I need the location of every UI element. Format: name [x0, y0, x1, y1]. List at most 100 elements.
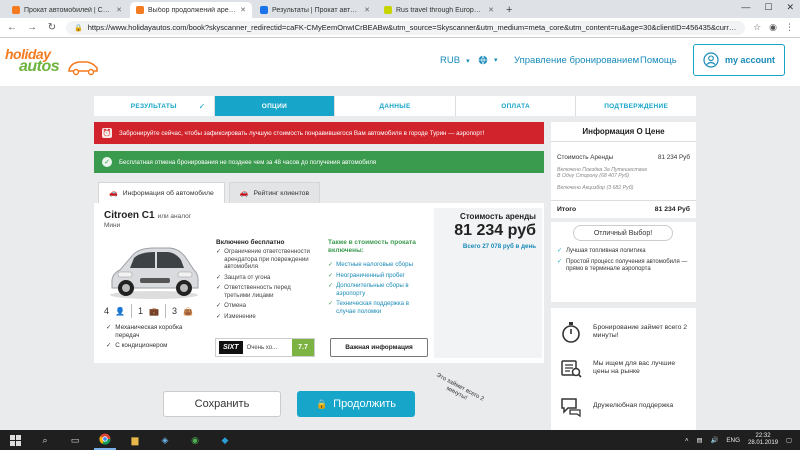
browser-tab-3[interactable]: Результаты | Прокат автомоби... ✕	[254, 2, 376, 18]
car-icon: 🚗	[109, 190, 118, 197]
globe-icon	[478, 55, 488, 65]
check-icon: ✓	[557, 248, 563, 254]
address-bar[interactable]: 🔒 https://www.holidayautos.com/book?skys…	[66, 20, 746, 35]
list-item: ✓ Простой процесс получения автомобиля — …	[557, 258, 688, 273]
app-icon[interactable]: ◆	[214, 430, 236, 450]
task-view-icon[interactable]: ▭	[64, 430, 86, 450]
tax-note: Включено Акцизбор (3 682 Руб)	[557, 185, 634, 191]
app-icon[interactable]: ◉	[184, 430, 206, 450]
browser-tab-1[interactable]: Прокат автомобилей | Сравне... ✕	[6, 2, 128, 18]
benefit-item: Дружелюбная поддержка	[559, 394, 690, 418]
reload-icon[interactable]: ↻	[46, 22, 58, 33]
check-icon: ✓	[328, 282, 334, 289]
benefit-item: Бронирование займет всего 2 минуты!	[559, 320, 690, 344]
currency-selector[interactable]: RUB ▾	[440, 55, 470, 66]
total-row: Итого 81 234 Руб	[551, 200, 696, 218]
chrome-icon[interactable]	[94, 430, 116, 450]
save-button[interactable]: Сохранить	[163, 391, 281, 417]
app-icon[interactable]: ◈	[154, 430, 176, 450]
check-icon: ✓	[216, 302, 222, 309]
car-icon: 🚗	[239, 190, 249, 197]
price-box: Стоимость аренды 81 234 руб Всего 27 078…	[434, 208, 542, 358]
browser-tab-2[interactable]: Выбор продолжений аренды в... ✕	[130, 2, 252, 18]
list-item: ✓ Дополнительные сборы в аэропорту	[328, 282, 409, 297]
car-name: Citroen C1 или аналог	[104, 210, 192, 221]
rating-score: 7.7	[292, 339, 314, 356]
step-options: ОПЦИИ	[214, 96, 336, 116]
language-indicator[interactable]: ENG	[726, 437, 740, 444]
extension-icon[interactable]: ◉	[769, 22, 777, 33]
tab-reviews[interactable]: 🚗 Рейтинг клиентов	[228, 182, 321, 203]
booking-steps: РЕЗУЛЬТАТЫ ✓ ОПЦИИ ДАННЫЕ ОПЛАТА ПОДТВЕР…	[94, 96, 696, 116]
chevron-down-icon: ▾	[494, 57, 498, 64]
price-info-panel: Информация О Цене Стоимость Аренды 81 23…	[551, 122, 696, 218]
minimize-icon[interactable]: —	[741, 2, 750, 13]
windows-start-icon[interactable]	[4, 430, 26, 450]
continue-button[interactable]: 🔒 Продолжить	[297, 391, 415, 417]
close-icon[interactable]: ✕	[116, 6, 122, 14]
stopwatch-icon	[562, 322, 580, 343]
maximize-icon[interactable]: ☐	[764, 2, 772, 13]
favicon-icon	[260, 6, 268, 14]
new-tab-button[interactable]: +	[506, 2, 512, 18]
list-item: ✓ Ограничение ответственности арендатора …	[216, 248, 310, 270]
my-account-button[interactable]: my account	[693, 44, 785, 76]
holidayautos-logo[interactable]: holiday autos	[5, 46, 105, 78]
tray-arrow-icon[interactable]: ˄	[685, 437, 689, 444]
file-explorer-icon[interactable]: ▆	[124, 430, 146, 450]
chevron-down-icon: ▾	[466, 57, 470, 65]
benefit-item: Мы ищем для вас лучшие цены на рынке	[559, 356, 690, 380]
close-icon[interactable]: ✕	[240, 6, 246, 14]
alarm-clock-icon: ⏰	[102, 128, 112, 138]
tab-car-info[interactable]: 🚗 Информация об автомобиле	[98, 182, 225, 203]
seats-count: 4	[104, 306, 110, 316]
clock[interactable]: 22:32 28.01.2019	[748, 433, 778, 447]
back-icon[interactable]: ←	[6, 22, 18, 33]
step-details: ДАННЫЕ	[335, 96, 456, 116]
great-choice-panel: Отличный Выбор! ✓ Лучшая топливная полити…	[551, 222, 696, 302]
notifications-icon[interactable]: ▢	[786, 437, 792, 444]
manage-booking-link[interactable]: Управление бронированием	[514, 55, 639, 66]
network-icon[interactable]: ▤	[697, 437, 703, 444]
close-icon[interactable]: ✕	[488, 6, 494, 14]
check-icon: ✓	[216, 273, 222, 281]
supplier-rating[interactable]: SIXT Очень хо... 7.7	[215, 338, 315, 357]
support-chat-icon	[561, 398, 581, 418]
free-cancellation-alert: ✓ Бесплатная отмена бронирования не позд…	[94, 151, 544, 173]
car-specs: 4 👤 1 💼 3 👜	[104, 304, 193, 318]
url-text: https://www.holidayautos.com/book?skysca…	[87, 23, 738, 32]
favicon-icon	[384, 6, 392, 14]
star-icon[interactable]: ☆	[753, 22, 761, 33]
rental-price: 81 234 руб	[454, 222, 536, 239]
bag-icon: 👜	[182, 306, 193, 316]
lock-icon: 🔒	[315, 398, 328, 409]
close-icon[interactable]: ✕	[364, 6, 370, 14]
important-info-button[interactable]: Важная информация	[330, 338, 428, 357]
step-results[interactable]: РЕЗУЛЬТАТЫ ✓	[94, 96, 215, 116]
menu-icon[interactable]: ⋮	[785, 22, 794, 33]
oneway-fee-note: Включено Поездка За Путешествие В Одну С…	[557, 167, 648, 179]
favicon-icon	[12, 6, 20, 14]
sixt-logo: SIXT	[219, 341, 243, 354]
car-image	[110, 247, 199, 299]
browser-tab-4[interactable]: Rus travel through Europe | Fb... ✕	[378, 2, 500, 18]
list-item: ✓ Неограниченный пробег	[328, 271, 405, 279]
list-item: ✓ Изменение	[216, 312, 256, 320]
car-details-card: Citroen C1 или аналог Мини 4 👤 1 💼 3 👜 ✓ М…	[94, 203, 544, 363]
close-window-icon[interactable]: ✕	[786, 2, 794, 13]
list-item: ✓ Лучшая топливная политика	[557, 248, 646, 254]
language-selector[interactable]: ▾	[478, 55, 498, 65]
volume-icon[interactable]: 🔊	[711, 436, 719, 444]
help-link[interactable]: Помощь	[640, 55, 677, 66]
choice-list: ✓ Лучшая топливная политика ✓ Простой проц…	[557, 248, 693, 277]
lock-icon: 🔒	[74, 24, 83, 32]
search-icon[interactable]: ⌕	[34, 430, 56, 450]
car-class: Мини	[104, 222, 121, 229]
car-features: ✓ Механическая коробка передач ✓ С кондици…	[106, 324, 185, 350]
forward-icon[interactable]: →	[26, 22, 38, 33]
also-included-list: ✓ Местные налоговые сборы ✓ Неограниченный…	[328, 261, 426, 318]
list-item: ✓ Ответственность перед третьими лицами	[216, 284, 291, 299]
large-bags-count: 1	[137, 306, 143, 316]
list-item: ✓ Защита от угона	[216, 273, 271, 281]
check-icon: ✓	[216, 312, 222, 320]
